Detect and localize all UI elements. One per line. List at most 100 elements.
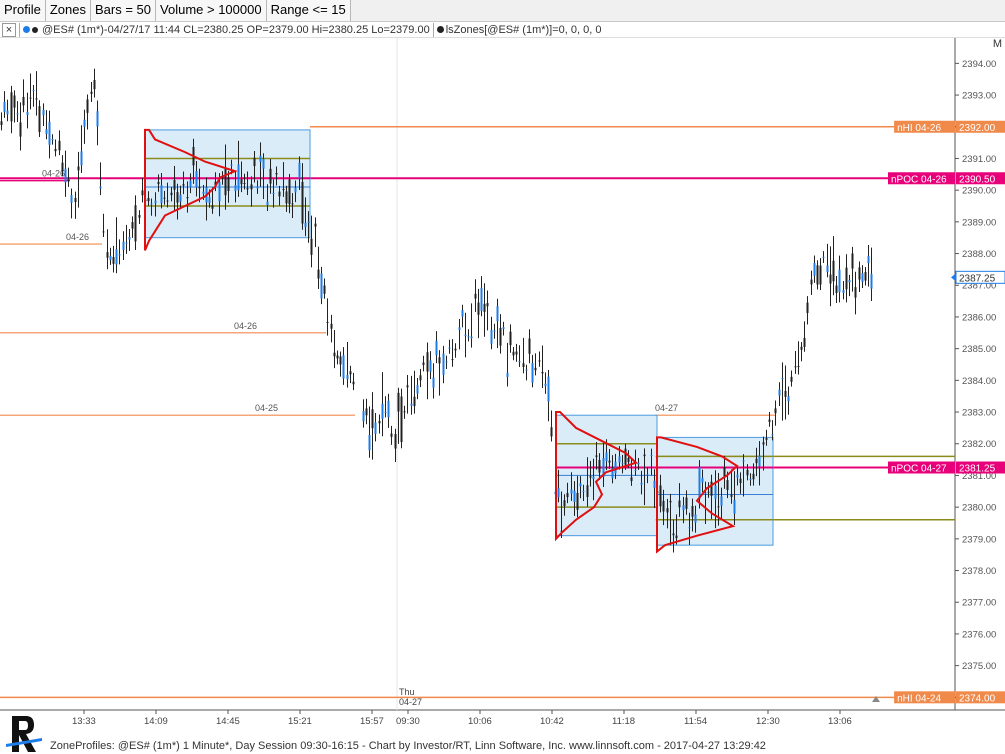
price-bar-body (160, 185, 163, 204)
price-bar-body (736, 474, 739, 478)
price-chart[interactable]: Thu04-272394.002393.002392.002391.002390… (0, 38, 1005, 738)
price-bar-body (253, 157, 256, 167)
price-bar-body (800, 346, 803, 350)
price-bar-body (202, 191, 205, 194)
price-bar-body (464, 334, 467, 336)
price-bar-body (275, 173, 278, 175)
y-tick-label: 2394.00 (962, 59, 996, 70)
price-bar-body (13, 95, 16, 108)
session-day-label: Thu (399, 687, 415, 697)
x-tick-label: 14:09 (144, 716, 168, 727)
price-bar-body (336, 355, 339, 359)
bars-filter-button[interactable]: Bars = 50 (91, 0, 157, 21)
price-bar-body (867, 256, 870, 264)
price-bar-body (352, 381, 355, 385)
price-bar-body (528, 338, 531, 354)
price-bar-body (96, 111, 99, 127)
price-bar-body (838, 269, 841, 293)
price-bar-body (835, 285, 838, 293)
price-bar-body (10, 92, 13, 122)
price-bar-body (749, 478, 752, 480)
price-bar-body (829, 274, 832, 284)
chart-info-bar: × @ES# (1m*)-04/27/17 11:44 CL=2380.25 O… (0, 22, 1005, 38)
price-bar-body (384, 411, 387, 413)
price-bar-body (70, 195, 73, 203)
footer-status: ZoneProfiles: @ES# (1m*) 1 Minute*, Day … (50, 740, 766, 752)
price-bar-body (173, 180, 176, 190)
price-bar-body (6, 110, 9, 115)
close-icon[interactable]: × (2, 22, 16, 37)
price-bar-body (496, 306, 499, 322)
price-bar-body (128, 236, 131, 240)
price-bar-body (570, 489, 573, 494)
price-bar-body (230, 164, 233, 166)
price-bar-body (557, 487, 560, 498)
price-bar-body (640, 482, 643, 485)
study-info[interactable]: lsZones[@ES# (1m*)]=0, 0, 0, 0 (446, 24, 602, 36)
price-bar-body (870, 273, 873, 289)
price-bar-body (445, 361, 448, 363)
price-bar-body (848, 279, 851, 283)
price-bar-body (198, 186, 201, 189)
price-bar-body (634, 469, 637, 471)
price-bar-body (317, 269, 320, 279)
price-bar-body (346, 374, 349, 380)
y-tick-label: 2376.00 (962, 629, 996, 640)
price-bar-body (691, 505, 694, 517)
x-tick-label: 10:42 (540, 716, 564, 727)
price-bar-body (550, 427, 553, 437)
price-bar-body (515, 351, 518, 355)
price-bar-body (493, 330, 496, 332)
price-bar-body (502, 327, 505, 329)
price-bar-body (410, 403, 413, 406)
range-filter-button[interactable]: Range <= 15 (266, 0, 351, 21)
price-bar-body (170, 192, 173, 196)
price-bar-body (58, 140, 61, 151)
price-bar-body (598, 459, 601, 473)
price-level-value: 2381.25 (959, 464, 996, 475)
price-bar-body (326, 322, 329, 324)
price-bar-body (256, 186, 259, 189)
price-bar-body (186, 197, 189, 199)
price-bar-body (509, 331, 512, 346)
price-bar-body (413, 396, 416, 407)
price-bar-body (720, 496, 723, 506)
price-bar-body (131, 222, 134, 229)
price-bar-body (99, 186, 102, 189)
y-tick-label: 2377.00 (962, 598, 996, 609)
study-dot-icon (436, 26, 444, 33)
price-level-value: 2390.50 (959, 174, 996, 185)
y-tick-label: 2393.00 (962, 91, 996, 102)
price-bar-body (592, 476, 595, 480)
price-bar-body (506, 372, 509, 378)
price-bar-body (93, 80, 96, 90)
price-bar-body (688, 527, 691, 529)
price-bar-body (22, 96, 25, 106)
symbol-info[interactable]: @ES# (1m*)-04/27/17 11:44 CL=2380.25 OP=… (42, 24, 430, 36)
price-bar-body (195, 171, 198, 188)
x-tick-label: 11:54 (684, 716, 707, 727)
price-bar-body (109, 256, 112, 260)
divider (432, 22, 434, 37)
volume-filter-button[interactable]: Volume > 100000 (156, 0, 267, 21)
price-bar-body (486, 303, 489, 307)
profile-button[interactable]: Profile (0, 0, 46, 21)
price-bar-body (714, 485, 717, 499)
session-date-label: 04-27 (399, 697, 422, 707)
y-tick-label: 2384.00 (962, 376, 996, 387)
price-bar-body (19, 122, 22, 137)
price-bar-body (381, 403, 384, 419)
zones-button[interactable]: Zones (45, 0, 91, 21)
price-bar-body (211, 205, 214, 209)
price-bar-body (262, 158, 265, 169)
price-bar-body (733, 499, 736, 514)
price-bar-body (547, 376, 550, 402)
price-bar-body (666, 508, 669, 513)
price-bar-body (682, 505, 685, 511)
x-tick-label: 15:21 (288, 716, 312, 727)
segment-label: 04-26 (234, 321, 257, 331)
price-bar-body (291, 203, 294, 205)
price-bar-body (310, 238, 313, 255)
price-bar-body (467, 336, 470, 338)
price-bar-body (566, 493, 569, 498)
